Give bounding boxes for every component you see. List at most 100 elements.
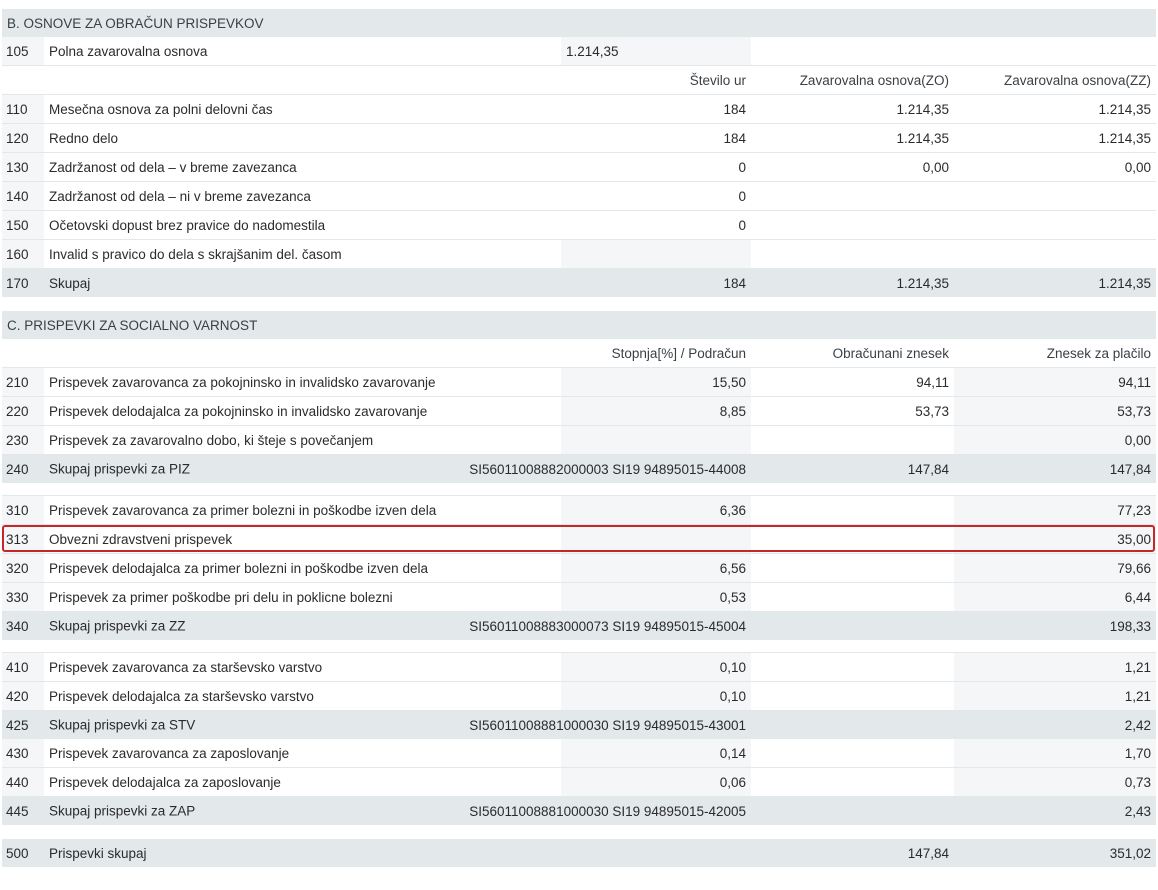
row-label: Skupaj prispevki za ZZ: [49, 618, 186, 634]
table-row: 420 Prispevek delodajalca za starševsko v…: [2, 681, 1157, 711]
row-zz: 0,00: [954, 152, 1157, 182]
row-payable: 1,21: [954, 681, 1157, 711]
row-label: Skupaj prispevki za STV: [49, 717, 196, 733]
row-code: 445: [2, 796, 44, 825]
row-code: 320: [2, 553, 44, 583]
table-row: 440 Prispevek delodajalca za zaposlovanje…: [2, 767, 1157, 797]
account-number: Skupaj prispevki za ZZ SI5601100888300007…: [44, 611, 751, 640]
row-code: 220: [2, 396, 44, 426]
empty-cell: [44, 339, 561, 368]
row-label: Očetovski dopust brez pravice do nadomes…: [44, 210, 561, 240]
row-calculated: [751, 524, 954, 554]
row-445-total: 445 Skupaj prispevki za ZAP SI560110088810…: [2, 796, 1157, 825]
column-header-zo: Zavarovalna osnova(ZO): [751, 65, 954, 95]
row-rate: 0,10: [561, 652, 751, 682]
row-code: 160: [2, 239, 44, 269]
total-payable: 2,42: [954, 710, 1157, 739]
account-text: SI56011008883000073 SI19 94895015-45004: [469, 618, 746, 634]
row-calculated: [751, 739, 954, 768]
row-code: 425: [2, 710, 44, 739]
empty-cell: [954, 37, 1157, 66]
table-row: 210 Prispevek zavarovanca za pokojninsko …: [2, 367, 1157, 397]
spacer: [2, 640, 1157, 653]
row-170-total: 170 Skupaj 184 1.214,35 1.214,35: [2, 268, 1157, 297]
row-payable: 53,73: [954, 396, 1157, 426]
section-title: B. OSNOVE ZA OBRAČUN PRISPEVKOV: [2, 9, 1157, 37]
column-header-rate: Stopnja[%] / Podračun: [561, 339, 751, 368]
account-text: SI56011008882000003 SI19 94895015-44008: [469, 461, 746, 477]
row-rate: 6,36: [561, 495, 751, 525]
row-code: 170: [2, 268, 44, 297]
column-header-hours: Število ur: [561, 65, 751, 95]
row-code: 440: [2, 767, 44, 797]
total-calculated: [751, 710, 954, 739]
row-label: Prispevek zavarovanca za primer bolezni …: [44, 495, 561, 525]
row-code: 310: [2, 495, 44, 525]
row-zo: 1.214,35: [751, 123, 954, 153]
section-b-column-headers: Število ur Zavarovalna osnova(ZO) Zavarova…: [2, 65, 1157, 95]
row-label: Skupaj prispevki za ZAP: [49, 803, 196, 819]
row-label: Prispevek delodajalca za zaposlovanje: [44, 767, 561, 797]
row-label: Prispevek zavarovanca za starševsko vars…: [44, 652, 561, 682]
total-hours: 184: [561, 268, 751, 297]
row-zo: [751, 239, 954, 269]
row-zz: 1.214,35: [954, 123, 1157, 153]
table-row: 430 Prispevek zavarovanca za zaposlovanje…: [2, 739, 1157, 768]
row-label: Prispevek delodajalca za primer bolezni …: [44, 553, 561, 583]
column-header-zz: Zavarovalna osnova(ZZ): [954, 65, 1157, 95]
row-hours: [561, 239, 751, 269]
row-code: 105: [2, 37, 44, 66]
row-rate: [561, 425, 751, 455]
row-label: Redno delo: [44, 123, 561, 153]
row-zo: [751, 210, 954, 240]
empty-cell: [751, 37, 954, 66]
row-label: Prispevek za zavarovalno dobo, ki šteje …: [44, 425, 561, 455]
row-label: Mesečna osnova za polni delovni čas: [44, 94, 561, 124]
table-row: 230 Prispevek za zavarovalno dobo, ki šte…: [2, 425, 1157, 455]
contributions-report: B. OSNOVE ZA OBRAČUN PRISPEVKOV 105 Polna …: [2, 9, 1157, 867]
row-rate: 0,53: [561, 582, 751, 612]
row-code: 340: [2, 611, 44, 640]
row-zz: [954, 181, 1157, 211]
row-code: 110: [2, 94, 44, 124]
row-rate: 0,06: [561, 767, 751, 797]
row-label: Invalid s pravico do dela s skrajšanim d…: [44, 239, 561, 269]
row-label: Zadržanost od dela – ni v breme zavezanc…: [44, 181, 561, 211]
spacer-cell: [2, 483, 1157, 496]
row-calculated: [751, 553, 954, 583]
row-payable: 1,70: [954, 739, 1157, 768]
total-zz: 1.214,35: [954, 268, 1157, 297]
row-payable: 1,21: [954, 652, 1157, 682]
row-rate: 15,50: [561, 367, 751, 397]
section-title: C. PRISPEVKI ZA SOCIALNO VARNOST: [2, 311, 1157, 339]
row-calculated: [751, 582, 954, 612]
row-payable: 0,00: [954, 425, 1157, 455]
account-number: Skupaj prispevki za STV SI560110088810000…: [44, 710, 751, 739]
table-row: 150 Očetovski dopust brez pravice do nado…: [2, 210, 1157, 240]
row-payable: 94,11: [954, 367, 1157, 397]
row-calculated: [751, 425, 954, 455]
total-payable: 147,84: [954, 454, 1157, 483]
row-label: Prispevek zavarovanca za pokojninsko in …: [44, 367, 561, 397]
row-label: Obvezni zdravstveni prispevek: [44, 524, 561, 554]
row-hours: 0: [561, 210, 751, 240]
spacer-cell: [2, 640, 1157, 653]
row-hours: 184: [561, 94, 751, 124]
table-row: 160 Invalid s pravico do dela s skrajšani…: [2, 239, 1157, 269]
spacer-cell: [2, 825, 1157, 839]
row-label: Prispevek delodajalca za pokojninsko in …: [44, 396, 561, 426]
total-payable: 2,43: [954, 796, 1157, 825]
row-zo: 1.214,35: [751, 94, 954, 124]
row-zo: [751, 181, 954, 211]
row-code: 120: [2, 123, 44, 153]
row-calculated: [751, 681, 954, 711]
row-code: 500: [2, 839, 44, 867]
account-number: Skupaj prispevki za ZAP SI560110088810000…: [44, 796, 751, 825]
total-calculated: [751, 611, 954, 640]
row-code: 130: [2, 152, 44, 182]
table-row: 130 Zadržanost od dela – v breme zavezanc…: [2, 152, 1157, 182]
section-c-header: C. PRISPEVKI ZA SOCIALNO VARNOST: [2, 311, 1157, 339]
row-code: 210: [2, 367, 44, 397]
column-header-calculated: Obračunani znesek: [751, 339, 954, 368]
row-zo: 0,00: [751, 152, 954, 182]
